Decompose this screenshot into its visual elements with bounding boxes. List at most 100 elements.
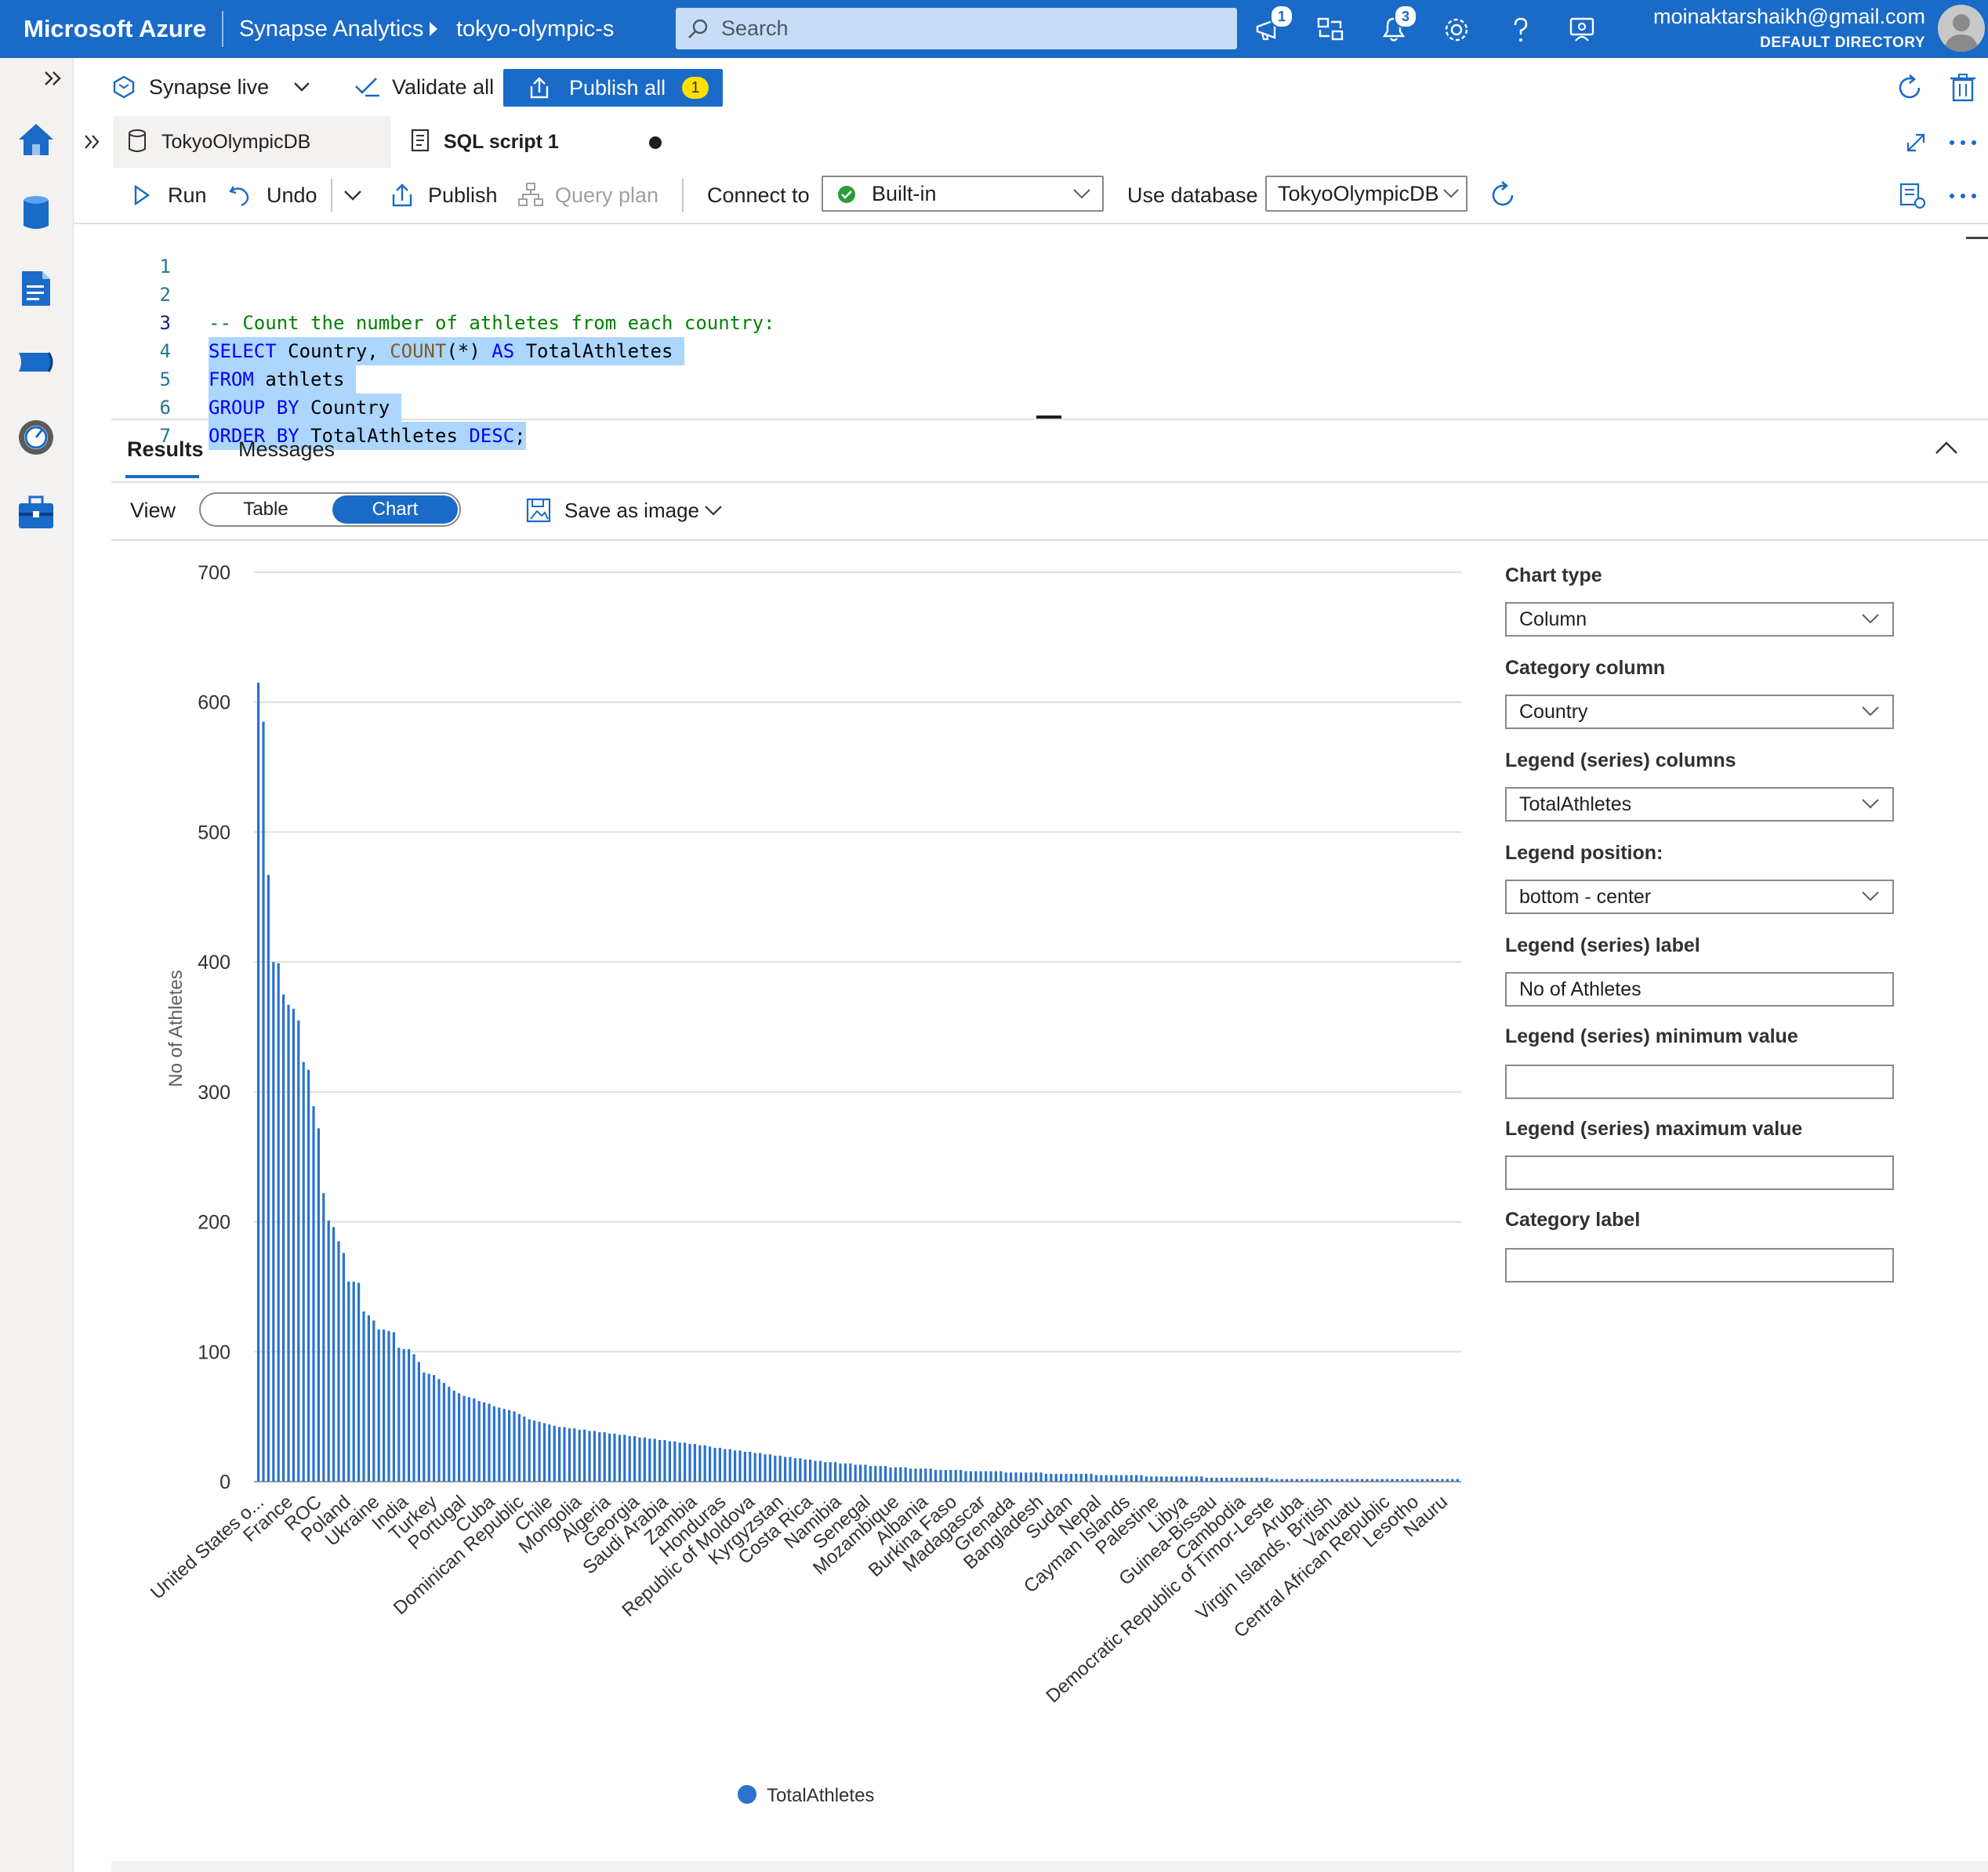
view-chart-option[interactable]: Chart — [332, 495, 458, 524]
chevron-down-icon[interactable] — [293, 82, 310, 93]
chart-bar[interactable] — [658, 1439, 662, 1482]
chart-bar[interactable] — [874, 1466, 877, 1482]
chart-bar[interactable] — [889, 1467, 892, 1482]
connect-to-dropdown[interactable]: Built-in — [822, 176, 1104, 212]
chart-bar[interactable] — [383, 1330, 386, 1482]
legend-position-dropdown[interactable]: bottom - center — [1505, 880, 1894, 914]
chart-bar[interactable] — [818, 1460, 822, 1482]
app-name[interactable]: Synapse Analytics — [239, 0, 423, 58]
legend-min-input[interactable] — [1505, 1065, 1894, 1099]
chart-bar[interactable] — [914, 1468, 917, 1482]
chart-bar[interactable] — [553, 1425, 556, 1482]
chart-bar[interactable] — [272, 962, 275, 1482]
maximize-icon[interactable] — [1905, 132, 1927, 154]
chart-bar[interactable] — [709, 1446, 712, 1482]
chart-bar[interactable] — [1240, 1478, 1243, 1482]
chart-bar[interactable] — [1044, 1474, 1047, 1482]
chart-bar[interactable] — [1280, 1478, 1283, 1482]
chart-bar[interactable] — [1336, 1478, 1339, 1482]
chart-bar[interactable] — [257, 682, 260, 1482]
user-email[interactable]: moinaktarshaikh@gmail.com — [1653, 5, 1925, 29]
legend-series-columns-dropdown[interactable]: TotalAthletes — [1505, 787, 1894, 822]
chart-bar[interactable] — [1190, 1476, 1193, 1482]
validate-all-button[interactable]: Validate all — [392, 58, 494, 116]
chart-bar[interactable] — [924, 1468, 927, 1482]
chart-bar[interactable] — [1200, 1476, 1203, 1482]
refresh-database-icon[interactable] — [1488, 180, 1518, 210]
chart-bar[interactable] — [1451, 1478, 1454, 1482]
chart-bar[interactable] — [332, 1227, 336, 1482]
chart-bar[interactable] — [618, 1435, 621, 1482]
chart-bar[interactable] — [1105, 1475, 1108, 1482]
chart-bar[interactable] — [1225, 1478, 1228, 1482]
chart-bar[interactable] — [1155, 1476, 1158, 1482]
chart-bar[interactable] — [292, 1008, 295, 1482]
chart-bar[interactable] — [508, 1409, 511, 1482]
chart-bar[interactable] — [1286, 1478, 1289, 1482]
chart-bar[interactable] — [1436, 1478, 1439, 1482]
avatar[interactable] — [1938, 5, 1985, 52]
tab-sql-script-1[interactable]: SQL script 1 — [395, 116, 677, 170]
chart-bar[interactable] — [1060, 1474, 1063, 1482]
chart-bar[interactable] — [1054, 1474, 1057, 1482]
unsaved-dot-icon[interactable] — [649, 136, 662, 149]
chart-bar[interactable] — [1265, 1478, 1268, 1482]
settings-gear-icon[interactable] — [1441, 14, 1472, 45]
chart-bar[interactable] — [1090, 1474, 1093, 1482]
chart-bar[interactable] — [1079, 1474, 1083, 1482]
chart-bar[interactable] — [1220, 1478, 1223, 1482]
chart-bar[interactable] — [448, 1387, 451, 1482]
chart-bar[interactable] — [1446, 1478, 1449, 1482]
chart-bar[interactable] — [287, 1004, 290, 1482]
chart-bar[interactable] — [663, 1439, 666, 1482]
chart-bar[interactable] — [1351, 1478, 1354, 1482]
chart-bar[interactable] — [960, 1470, 963, 1482]
chart-bar[interactable] — [1180, 1476, 1183, 1482]
chart-bar[interactable] — [498, 1407, 501, 1482]
chart-bar[interactable] — [1255, 1478, 1258, 1482]
refresh-icon[interactable] — [1894, 72, 1925, 103]
monitor-icon[interactable] — [16, 417, 56, 458]
chart-bar[interactable] — [814, 1460, 817, 1482]
chart-bar[interactable] — [402, 1348, 405, 1482]
chart-bar[interactable] — [1085, 1474, 1088, 1482]
collapse-results-icon[interactable] — [1935, 441, 1958, 455]
chart-bar[interactable] — [703, 1445, 706, 1482]
chart-bar[interactable] — [372, 1320, 375, 1482]
chart-bar[interactable] — [267, 875, 270, 1482]
chart-bar[interactable] — [1004, 1472, 1007, 1482]
chart-bar[interactable] — [1326, 1478, 1329, 1482]
chart-bar[interactable] — [1185, 1476, 1188, 1482]
chart-bar[interactable] — [1230, 1478, 1233, 1482]
chart-bar[interactable] — [427, 1373, 430, 1482]
chart-bar[interactable] — [1145, 1476, 1148, 1482]
chart-bar[interactable] — [678, 1442, 681, 1482]
chart-bar[interactable] — [1140, 1475, 1143, 1482]
chart-bar[interactable] — [969, 1471, 972, 1482]
chart-bar[interactable] — [638, 1437, 641, 1482]
chart-bar[interactable] — [1315, 1478, 1319, 1482]
chart-bar[interactable] — [1355, 1478, 1359, 1482]
chart-bar[interactable] — [352, 1281, 355, 1482]
chart-bar[interactable] — [749, 1451, 752, 1482]
chart-bar[interactable] — [488, 1403, 491, 1482]
chart-bar[interactable] — [1160, 1476, 1163, 1482]
chart-bar[interactable] — [322, 1193, 325, 1482]
chart-bar[interactable] — [693, 1443, 696, 1482]
chart-bar[interactable] — [473, 1398, 476, 1482]
support-icon[interactable] — [1566, 14, 1598, 45]
chart-bar[interactable] — [824, 1462, 827, 1482]
chart-bar[interactable] — [523, 1417, 526, 1482]
mode-selector[interactable]: Synapse live — [149, 58, 269, 116]
chart-bar[interactable] — [317, 1128, 320, 1482]
chart-bar[interactable] — [1195, 1476, 1198, 1482]
chart-bar[interactable] — [452, 1391, 455, 1482]
chart-bar[interactable] — [307, 1069, 310, 1482]
category-column-dropdown[interactable]: Country — [1505, 695, 1894, 729]
save-as-image-button[interactable]: Save as image — [564, 481, 699, 539]
chart-bar[interactable] — [542, 1423, 546, 1482]
brand-title[interactable]: Microsoft Azure — [24, 0, 206, 58]
chart-bar[interactable] — [377, 1330, 380, 1482]
chart-bar[interactable] — [1391, 1478, 1394, 1482]
chart-bar[interactable] — [854, 1464, 857, 1482]
